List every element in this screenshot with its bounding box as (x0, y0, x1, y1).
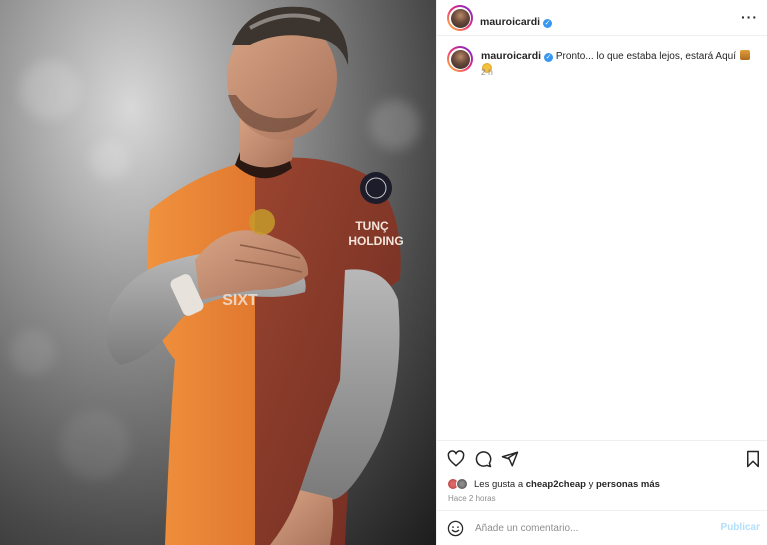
sleeve-badge (360, 172, 392, 204)
caption-text-row: mauroicardi ✓ Pronto... lo que estaba lej… (481, 50, 751, 76)
comment-input[interactable] (475, 519, 705, 537)
player-illustration: TUNÇ HOLDING SIXT (106, 6, 404, 545)
post-side-panel: mauroicardi ✓ ··· mauroicardi ✓ Pronto... … (436, 0, 767, 545)
shirt-left-panel (147, 160, 260, 545)
verified-badge-icon: ✓ (544, 53, 554, 62)
caption-username[interactable]: mauroicardi (481, 50, 541, 62)
likes-others[interactable]: personas más (596, 479, 660, 490)
like-heart-icon[interactable] (447, 450, 465, 468)
hourglass-icon (739, 50, 750, 60)
liker-avatar[interactable] (456, 478, 468, 490)
caption-avatar[interactable] (447, 46, 473, 72)
svg-text:TUNÇ: TUNÇ (355, 219, 389, 233)
avatar-image (450, 8, 470, 28)
post-photo[interactable]: TUNÇ HOLDING SIXT (0, 0, 436, 545)
comment-composer: Publicar (437, 510, 767, 545)
avatar[interactable] (447, 5, 473, 31)
caption-time[interactable]: 2 h (481, 67, 493, 77)
post-actions: Les gusta a cheap2cheap y personas más H… (437, 440, 767, 506)
header-user[interactable]: mauroicardi ✓ (480, 12, 553, 30)
verified-badge-icon: ✓ (543, 19, 553, 28)
share-send-icon[interactable] (501, 450, 519, 468)
posted-time[interactable]: Hace 2 horas (448, 494, 496, 503)
post-comment-button[interactable]: Publicar (721, 522, 760, 533)
emoji-picker-icon[interactable] (447, 520, 464, 537)
svg-text:SIXT: SIXT (222, 292, 258, 309)
more-options-icon[interactable]: ··· (741, 9, 758, 25)
save-bookmark-icon[interactable] (744, 450, 762, 468)
likes-user[interactable]: cheap2cheap (526, 479, 586, 490)
comment-icon[interactable] (474, 450, 492, 468)
header-username[interactable]: mauroicardi (480, 16, 540, 28)
club-crest (249, 209, 275, 235)
avatar-image (450, 49, 470, 69)
likes-middle: y (588, 478, 594, 490)
post-header: mauroicardi ✓ ··· (437, 0, 767, 36)
likes-prefix: Les gusta a (474, 478, 524, 490)
likes-summary: Les gusta a cheap2cheap y personas más (447, 478, 660, 490)
svg-text:HOLDING: HOLDING (348, 234, 403, 248)
caption-text: Pronto... lo que estaba lejos, estará Aq… (555, 51, 737, 62)
